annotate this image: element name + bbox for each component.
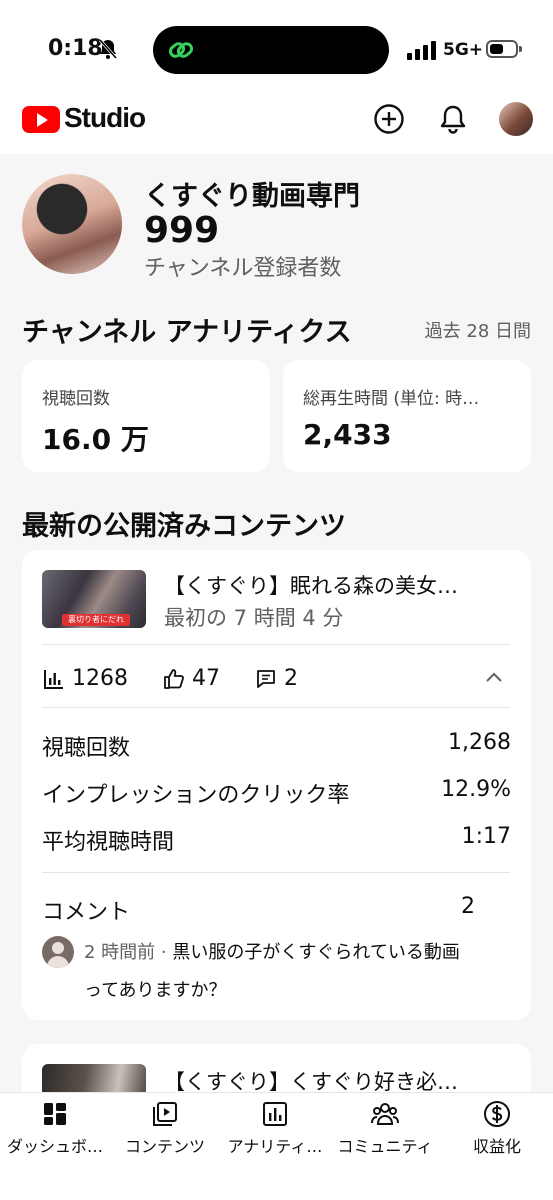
video-thumbnail[interactable] — [42, 1064, 146, 1092]
row-avg-watch-value: 1:17 — [461, 824, 511, 849]
divider — [42, 872, 510, 873]
monetization-icon — [484, 1101, 510, 1127]
battery-tip — [519, 46, 522, 52]
comment-text: 黒い服の子がくすぐられている動画 — [172, 942, 460, 963]
latest-video-card: 裏切り者にだれか? 【くすぐり】眠れる森の美女… 最初の 7 時間 4 分 12… — [22, 550, 531, 1020]
comment-icon — [257, 669, 275, 688]
dashboard-icon — [44, 1103, 66, 1125]
battery-level — [490, 44, 503, 54]
nav-label: ダッシュボ… — [6, 1137, 103, 1156]
commenter-avatar — [42, 936, 74, 968]
studio-logo-text[interactable]: Studio — [64, 102, 146, 134]
stat-value: 2,433 — [303, 418, 392, 451]
channel-name: くすぐり動画専門 — [144, 181, 360, 212]
subscriber-label: チャンネル登録者数 — [144, 256, 342, 281]
status-bar: 0:18 5G+ — [0, 0, 553, 92]
comment-time: 2 時間前 — [84, 942, 156, 963]
stat-card-watch-time[interactable]: 総再生時間 (単位: 時… 2,433 — [283, 360, 531, 472]
next-video-card[interactable]: 【くすぐり】くすぐり好き必… — [22, 1044, 531, 1092]
content-icon — [153, 1102, 177, 1126]
battery-icon — [486, 40, 518, 58]
thumbnail-badge: 裏切り者にだれか? — [62, 614, 130, 628]
add-circle-icon[interactable] — [372, 102, 406, 136]
bar-chart-icon — [44, 669, 63, 689]
views-metric: 1268 — [42, 666, 128, 691]
nav-label: 収益化 — [472, 1137, 521, 1156]
comments-label: コメント — [42, 900, 131, 925]
nav-analytics[interactable]: アナリティ… — [220, 1099, 330, 1157]
app-header: Studio — [0, 92, 553, 154]
network-label: 5G+ — [443, 40, 484, 60]
video-title[interactable]: 【くすぐり】眠れる森の美女… — [164, 570, 496, 600]
row-views-value: 1,268 — [448, 730, 511, 755]
nav-monetization[interactable]: 収益化 — [442, 1099, 552, 1157]
chevron-up-icon[interactable] — [482, 666, 506, 690]
views-count: 1268 — [72, 666, 128, 691]
stat-label: 視聴回数 — [42, 389, 110, 409]
video-title[interactable]: 【くすぐり】くすぐり好き必… — [164, 1066, 496, 1092]
likes-count: 47 — [192, 666, 220, 691]
analytics-title: チャンネル アナリティクス — [22, 317, 352, 348]
bottom-navigation: ダッシュボ… コンテンツ アナリティ… コミュニティ 収益化 — [0, 1092, 553, 1200]
comment-text-continued[interactable]: ってありますか？ — [84, 976, 227, 1002]
row-avg-watch-label: 平均視聴時間 — [42, 830, 175, 855]
nav-label: コンテンツ — [124, 1137, 205, 1156]
comments-total: 2 — [461, 894, 475, 919]
nav-label: コミュニティ — [337, 1137, 433, 1156]
nav-dashboard[interactable]: ダッシュボ… — [0, 1099, 110, 1157]
account-avatar[interactable] — [499, 102, 533, 136]
signal-icon — [407, 40, 437, 60]
stat-value: 16.0 万 — [42, 423, 149, 456]
bell-icon[interactable] — [436, 102, 470, 136]
divider — [42, 707, 510, 708]
comments-metric: 2 — [254, 666, 298, 691]
dynamic-island — [153, 26, 389, 74]
analytics-icon — [263, 1102, 287, 1126]
video-time: 最初の 7 時間 4 分 — [164, 606, 344, 630]
main-content: くすぐり動画専門 999 チャンネル登録者数 チャンネル アナリティクス 過去 … — [0, 154, 553, 1092]
likes-metric: 47 — [162, 666, 220, 691]
row-ctr-value: 12.9% — [441, 777, 511, 802]
nav-community[interactable]: コミュニティ — [330, 1099, 440, 1157]
channel-avatar — [22, 174, 122, 274]
latest-content-title: 最新の公開済みコンテンツ — [22, 511, 346, 542]
comment-separator: · — [155, 942, 173, 963]
comment-line-1[interactable]: 2 時間前 · 黒い服の子がくすぐられている動画 — [84, 938, 460, 964]
nav-content[interactable]: コンテンツ — [110, 1099, 220, 1157]
thumbs-up-icon — [164, 668, 184, 689]
bell-off-icon — [98, 39, 118, 59]
row-ctr-label: インプレッションのクリック率 — [42, 783, 350, 808]
link-icon — [168, 42, 194, 58]
community-icon — [371, 1103, 399, 1125]
nav-label: アナリティ… — [227, 1137, 323, 1156]
stat-card-views[interactable]: 視聴回数 16.0 万 — [22, 360, 270, 472]
row-views-label: 視聴回数 — [42, 736, 131, 761]
analytics-period[interactable]: 過去 28 日間 — [425, 317, 531, 343]
comments-count: 2 — [284, 666, 298, 691]
divider — [42, 644, 510, 645]
status-time: 0:18 — [48, 36, 103, 61]
stat-label: 総再生時間 (単位: 時… — [303, 389, 480, 409]
youtube-logo-icon[interactable] — [22, 106, 60, 133]
video-thumbnail[interactable]: 裏切り者にだれか? — [42, 570, 146, 628]
subscriber-count: 999 — [144, 210, 220, 251]
